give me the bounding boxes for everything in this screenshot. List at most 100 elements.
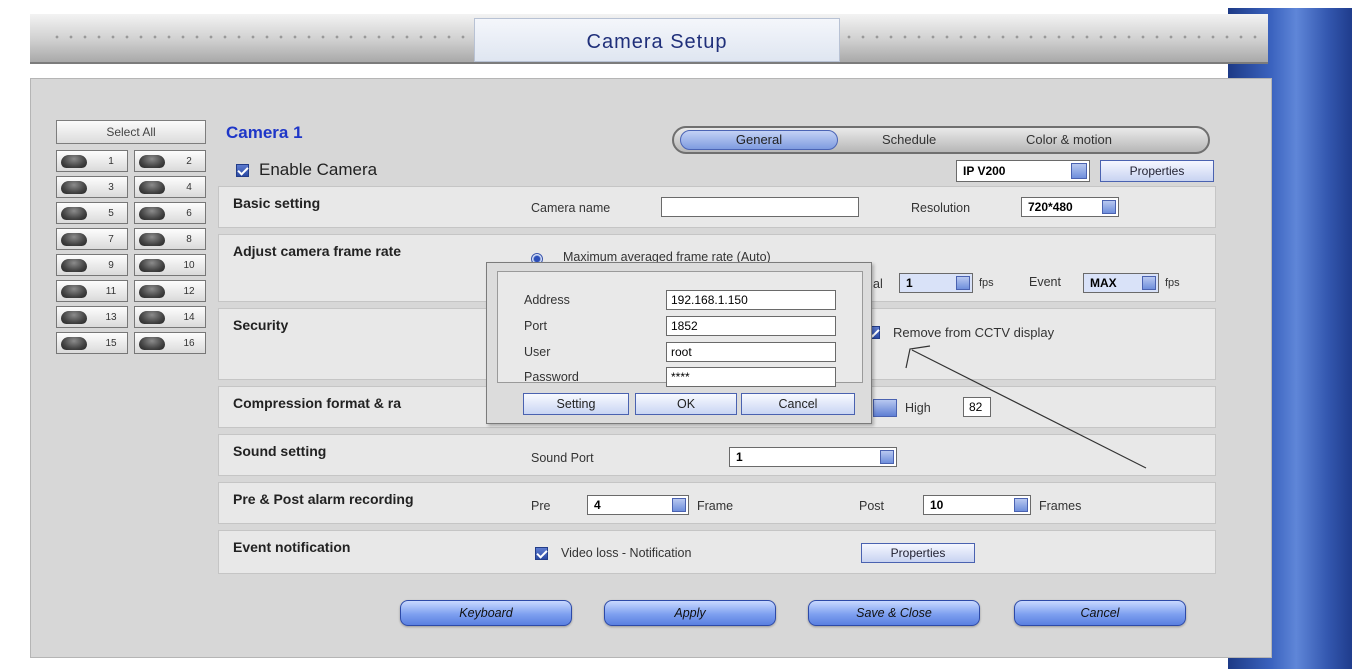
camera-number: 16 <box>183 338 195 349</box>
camera-number: 12 <box>183 286 195 297</box>
section-event-notification: Event notification Video loss - Notifica… <box>218 530 1216 574</box>
user-input[interactable]: root <box>666 342 836 362</box>
title-bar: Camera Setup <box>30 14 1268 64</box>
camera-number: 11 <box>105 286 117 297</box>
camera-setup-window: { "window": { "title": "Camera Setup" },… <box>0 0 1352 669</box>
model-properties-button[interactable]: Properties <box>1100 160 1214 182</box>
save-close-button[interactable]: Save & Close <box>808 600 980 626</box>
high-label: High <box>905 401 931 415</box>
alarm-recording-label: Pre & Post alarm recording <box>233 491 414 507</box>
section-sound: Sound setting Sound Port 1 <box>218 434 1216 476</box>
resolution-select[interactable]: 720*480 <box>1021 197 1119 217</box>
resolution-value: 720*480 <box>1028 200 1073 214</box>
camera-select-button[interactable]: 14 <box>134 306 206 328</box>
tab-schedule[interactable]: Schedule <box>882 132 936 147</box>
camera-icon <box>139 207 165 220</box>
normal-rate-value: 1 <box>906 276 913 290</box>
user-label: User <box>524 345 551 359</box>
title-decoration-left <box>50 32 470 42</box>
camera-select-button[interactable]: 2 <box>134 150 206 172</box>
camera-icon <box>139 181 165 194</box>
camera-select-button[interactable]: 11 <box>56 280 128 302</box>
camera-icon <box>61 259 87 272</box>
camera-select-button[interactable]: 15 <box>56 332 128 354</box>
camera-icon <box>139 337 165 350</box>
address-label: Address <box>524 293 570 307</box>
tab-color-motion[interactable]: Color & motion <box>1026 132 1112 147</box>
camera-select-button[interactable]: 16 <box>134 332 206 354</box>
camera-name-label: Camera name <box>531 201 611 215</box>
basic-setting-label: Basic setting <box>233 195 321 211</box>
camera-number: 1 <box>108 156 114 167</box>
select-all-button[interactable]: Select All <box>56 120 206 144</box>
camera-title: Camera 1 <box>226 123 303 142</box>
camera-select-button[interactable]: 3 <box>56 176 128 198</box>
keyboard-button[interactable]: Keyboard <box>400 600 572 626</box>
section-basic: Basic setting Camera name Resolution 720… <box>218 186 1216 228</box>
chevron-down-icon[interactable] <box>1142 276 1156 290</box>
pre-unit-label: Frame <box>697 499 734 513</box>
ip-camera-dialog: Address 192.168.1.150 Port 1852 User roo… <box>486 262 872 424</box>
camera-icon <box>61 285 87 298</box>
camera-select-button[interactable]: 6 <box>134 202 206 224</box>
post-unit-label: Frames <box>1039 499 1082 513</box>
camera-model-value: IP V200 <box>963 164 1006 178</box>
pre-frames-select[interactable]: 4 <box>587 495 689 515</box>
pre-frames-value: 4 <box>594 498 601 512</box>
port-input[interactable]: 1852 <box>666 316 836 336</box>
event-rate-select[interactable]: MAX <box>1083 273 1159 293</box>
video-loss-checkbox[interactable] <box>535 547 548 560</box>
sound-setting-label: Sound setting <box>233 443 327 459</box>
frame-rate-label: Adjust camera frame rate <box>233 243 402 259</box>
camera-number: 3 <box>108 182 114 193</box>
camera-select-button[interactable]: 8 <box>134 228 206 250</box>
camera-select-button[interactable]: 4 <box>134 176 206 198</box>
post-frames-select[interactable]: 10 <box>923 495 1031 515</box>
dialog-cancel-button[interactable]: Cancel <box>741 393 855 415</box>
enable-camera-label: Enable Camera <box>259 160 378 179</box>
camera-number: 7 <box>108 234 114 245</box>
apply-button[interactable]: Apply <box>604 600 776 626</box>
camera-select-button[interactable]: 13 <box>56 306 128 328</box>
camera-select-button[interactable]: 12 <box>134 280 206 302</box>
tab-general[interactable]: General <box>680 130 838 150</box>
camera-number: 9 <box>108 260 114 271</box>
chevron-down-icon[interactable] <box>1014 498 1028 512</box>
increase-quality-icon[interactable] <box>873 399 897 417</box>
camera-select-button[interactable]: 5 <box>56 202 128 224</box>
camera-icon <box>139 155 165 168</box>
ok-button[interactable]: OK <box>635 393 737 415</box>
enable-camera-checkbox[interactable] <box>236 163 249 177</box>
chevron-down-icon[interactable] <box>1071 163 1087 179</box>
chevron-down-icon[interactable] <box>956 276 970 290</box>
chevron-down-icon[interactable] <box>1102 200 1116 214</box>
camera-number: 14 <box>183 312 195 323</box>
camera-select-button[interactable]: 9 <box>56 254 128 276</box>
setting-button[interactable]: Setting <box>523 393 629 415</box>
camera-number: 2 <box>186 156 192 167</box>
address-input[interactable]: 192.168.1.150 <box>666 290 836 310</box>
camera-icon <box>61 233 87 246</box>
event-rate-value: MAX <box>1090 276 1117 290</box>
camera-select-button[interactable]: 1 <box>56 150 128 172</box>
camera-select-button[interactable]: 7 <box>56 228 128 250</box>
camera-number: 15 <box>105 338 117 349</box>
port-label: Port <box>524 319 547 333</box>
event-properties-button[interactable]: Properties <box>861 543 975 563</box>
pre-label: Pre <box>531 499 551 513</box>
chevron-down-icon[interactable] <box>672 498 686 512</box>
cancel-button[interactable]: Cancel <box>1014 600 1186 626</box>
remove-cctv-label: Remove from CCTV display <box>893 325 1055 340</box>
chevron-down-icon[interactable] <box>880 450 894 464</box>
sound-port-select[interactable]: 1 <box>729 447 897 467</box>
security-label: Security <box>233 317 289 333</box>
quality-input[interactable]: 82 <box>963 397 991 417</box>
camera-model-select[interactable]: IP V200 <box>956 160 1090 182</box>
camera-number: 4 <box>186 182 192 193</box>
enable-camera-row[interactable]: Enable Camera <box>236 160 377 180</box>
password-input[interactable]: **** <box>666 367 836 387</box>
camera-name-input[interactable] <box>661 197 859 217</box>
window-title: Camera Setup <box>586 31 728 53</box>
normal-rate-select[interactable]: 1 <box>899 273 973 293</box>
camera-select-button[interactable]: 10 <box>134 254 206 276</box>
